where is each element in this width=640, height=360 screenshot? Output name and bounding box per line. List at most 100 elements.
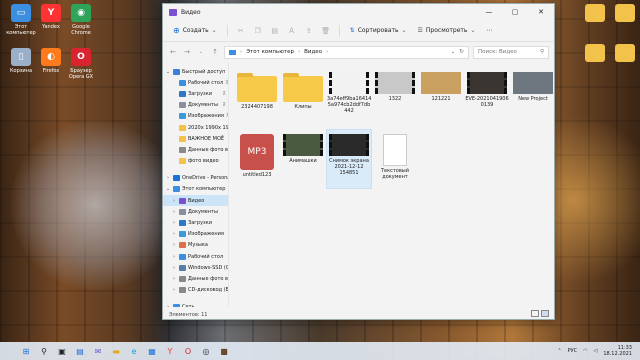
chevron-icon[interactable]: › [171, 287, 177, 293]
sidebar-item[interactable]: ⌄ Быстрый доступ [163, 66, 228, 77]
search-box[interactable]: Поиск: Видео ⚲ [473, 45, 549, 59]
desktop-shortcut[interactable]: Y Yandex [34, 4, 68, 30]
rename-icon[interactable]: Ａ [285, 25, 299, 37]
desktop-shortcut[interactable]: ▭ Этот компьютер [4, 4, 38, 36]
chevron-icon[interactable]: › [171, 254, 177, 260]
sidebar-item[interactable]: › Документы [163, 206, 228, 217]
sidebar-item[interactable]: ⌄ Этот компьютер [163, 184, 228, 195]
chevron-icon[interactable]: › [171, 198, 177, 204]
clock[interactable]: 11:33 18.12.2021 [603, 345, 632, 357]
yandex-icon[interactable]: Y [164, 345, 176, 357]
widgets-icon[interactable]: ▤ [74, 345, 86, 357]
chevron-icon[interactable]: › [171, 276, 177, 282]
desktop-shortcut[interactable]: ◐ Firefox [34, 48, 68, 74]
minimize-button[interactable]: — [476, 4, 502, 20]
chevron-icon[interactable]: › [171, 265, 177, 271]
minecraft-icon[interactable]: ■ [218, 345, 230, 357]
file-item[interactable]: Снимок экрана 2021-12-12 154851 [326, 129, 372, 189]
file-item[interactable]: 1322 [373, 68, 417, 126]
language-indicator[interactable]: РУС [568, 348, 578, 354]
cut-icon[interactable]: ✂ [234, 25, 248, 37]
address-dropdown-icon[interactable]: ⌄ [451, 49, 456, 55]
title-bar[interactable]: Видео — ▢ ✕ [163, 4, 554, 20]
desktop-folder[interactable] [608, 44, 640, 64]
file-item[interactable]: Анимашки [281, 130, 325, 188]
search-placeholder: Поиск: Видео [478, 49, 517, 55]
file-item[interactable]: Текстовый документ [373, 130, 417, 188]
windows-start-icon[interactable]: ⊞ [20, 345, 32, 357]
wifi-icon[interactable]: ◠ [583, 348, 587, 354]
chevron-icon[interactable]: › [171, 209, 177, 215]
address-bar[interactable]: › Этот компьютер › Видео › ⌄ ↻ [224, 45, 469, 59]
sidebar-item[interactable]: Данные фото видео [163, 144, 228, 155]
file-item[interactable]: MP3 untitled123 [235, 130, 279, 188]
share-icon[interactable]: ⇪ [302, 25, 316, 37]
sidebar-item[interactable]: Изображения⊼ [163, 111, 228, 122]
file-item[interactable]: EVE-2021041906 0139 [465, 68, 509, 126]
desktop-shortcut[interactable]: O Браузер Opera GX [64, 48, 98, 80]
chevron-icon[interactable]: › [165, 304, 171, 307]
file-item[interactable]: Клипы [281, 68, 325, 126]
sidebar-item[interactable]: Рабочий стол ⊼ [163, 77, 228, 88]
sidebar-item[interactable]: › Данные фото видео [163, 273, 228, 284]
chevron-icon[interactable]: ⌄ [165, 186, 171, 192]
sidebar-item[interactable]: 2020x 1990x 1980x [163, 122, 228, 133]
sidebar-item[interactable]: › OneDrive - Personal [163, 173, 228, 184]
sidebar-item[interactable]: › Видео [163, 195, 228, 207]
maximize-button[interactable]: ▢ [502, 4, 528, 20]
file-item[interactable]: 2324407198 [235, 68, 279, 126]
search-icon[interactable]: ⚲ [38, 345, 50, 357]
desktop-folder[interactable] [578, 44, 612, 64]
create-button[interactable]: ⊕ Создать ⌄ [169, 24, 221, 37]
more-options-button[interactable]: ⋯ [482, 25, 496, 36]
desktop-folder[interactable] [608, 4, 640, 24]
chevron-icon[interactable]: › [171, 220, 177, 226]
file-item[interactable]: 3a74eff9ba16414 5a974cb2ddf7db 442 [327, 68, 371, 126]
sidebar-item[interactable]: › Сеть [163, 302, 228, 307]
chevron-icon[interactable]: › [171, 242, 177, 248]
task-view-icon[interactable]: ▣ [56, 345, 68, 357]
file-explorer-icon[interactable]: ▬ [110, 345, 122, 357]
breadcrumb-video[interactable]: Видео [304, 49, 322, 55]
file-item[interactable]: 121221 [419, 68, 463, 126]
up-arrow-icon[interactable]: ↑ [210, 48, 220, 56]
volume-icon[interactable]: ◁ [594, 348, 598, 354]
desktop-folder[interactable] [578, 4, 612, 24]
sidebar-item[interactable]: › Музыка [163, 240, 228, 251]
view-button[interactable]: ☰ Просмотреть ⌄ [414, 25, 480, 36]
opera-icon[interactable]: O [182, 345, 194, 357]
sidebar-item[interactable]: › Загрузки [163, 217, 228, 228]
delete-icon[interactable]: 🗑︎ [319, 25, 333, 37]
sidebar-item[interactable]: › Windows-SSD (C:) [163, 262, 228, 273]
store-icon[interactable]: ▦ [146, 345, 158, 357]
sort-button[interactable]: ⇅ Сортировать ⌄ [346, 25, 411, 36]
paste-icon[interactable]: ▤ [268, 25, 282, 37]
edge-icon[interactable]: e [128, 345, 140, 357]
tray-chevron-icon[interactable]: ⌃ [557, 348, 561, 354]
desktop-shortcut[interactable]: ▯ Корзина [4, 48, 38, 74]
chat-icon[interactable]: ✉ [92, 345, 104, 357]
sidebar-item[interactable]: › Изображения [163, 229, 228, 240]
download-icon [179, 220, 186, 227]
sidebar-item[interactable]: › Рабочий стол [163, 251, 228, 262]
breadcrumb-this-pc[interactable]: Этот компьютер [246, 49, 294, 55]
sidebar-item[interactable]: Загрузки ⊼ [163, 88, 228, 99]
recent-chevron-icon[interactable]: ⌄ [196, 49, 206, 55]
desktop-shortcut[interactable]: ◉ Google Chrome [64, 4, 98, 36]
details-view-button[interactable] [531, 310, 539, 317]
steam-icon[interactable]: ◎ [200, 345, 212, 357]
chevron-icon[interactable]: › [165, 175, 171, 181]
file-item[interactable]: New Project [511, 68, 555, 126]
chevron-icon[interactable]: ⌄ [165, 69, 171, 75]
tiles-view-button[interactable] [541, 310, 549, 317]
sidebar-item[interactable]: Документы ⊼ [163, 100, 228, 111]
sidebar-item[interactable]: › CD-дисковод (E:) [163, 285, 228, 296]
back-arrow-icon[interactable]: ← [168, 48, 178, 56]
copy-icon[interactable]: ❐ [251, 25, 265, 37]
forward-arrow-icon[interactable]: → [182, 48, 192, 56]
refresh-icon[interactable]: ↻ [459, 49, 464, 55]
sidebar-item[interactable]: ВАЖНОЕ МОЁ [163, 133, 228, 144]
close-button[interactable]: ✕ [528, 4, 554, 20]
chevron-icon[interactable]: › [171, 231, 177, 237]
sidebar-item[interactable]: фото видео [163, 156, 228, 167]
